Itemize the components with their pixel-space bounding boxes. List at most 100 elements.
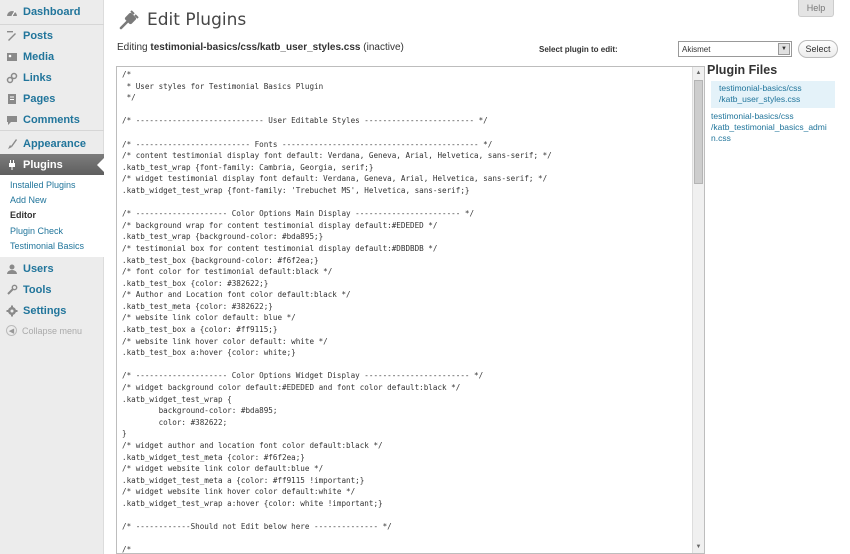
plugin-files-heading: Plugin Files — [707, 63, 778, 77]
code-line: background-color: #bda895; — [122, 406, 278, 416]
appearance-icon — [5, 137, 19, 151]
code-line: .katb_widget_test_wrap { — [122, 394, 232, 404]
posts-icon — [5, 29, 19, 43]
scroll-up-arrow-icon[interactable]: ▲ — [694, 68, 703, 77]
code-content[interactable]: /* * User styles for Testimonial Basics … — [122, 69, 692, 554]
dashboard-icon — [5, 5, 19, 19]
scroll-down-arrow-icon[interactable]: ▼ — [694, 542, 703, 551]
code-line: /* content testimonial display font defa… — [122, 151, 552, 161]
select-button[interactable]: Select — [798, 40, 838, 58]
file-path-line: testimonial-basics/css — [711, 111, 794, 121]
code-line: /* widget author and location font color… — [122, 441, 383, 450]
editing-prefix: Editing — [117, 42, 148, 53]
media-icon — [5, 50, 19, 64]
sidebar-item-media[interactable]: Media — [0, 46, 104, 67]
sidebar-item-label: Users — [23, 262, 54, 275]
code-line: .katb_test_wrap {background-color: #bda8… — [122, 232, 324, 242]
sidebar-item-label: Media — [23, 50, 55, 63]
code-line: .katb_widget_test_meta a {color: #ff9115… — [122, 475, 365, 485]
submenu-plugin-check[interactable]: Plugin Check — [10, 226, 63, 236]
admin-sidebar: Dashboard Posts Media Links Pages Commen… — [0, 0, 105, 554]
file-path-line: /katb_user_styles.css — [719, 94, 801, 104]
sidebar-item-label: Posts — [23, 29, 53, 42]
sidebar-item-users[interactable]: Users — [0, 258, 104, 279]
users-icon — [5, 262, 19, 276]
code-line: /* widget website link hover color defau… — [122, 487, 356, 497]
file-path-line: /katb_testimonial_basics_admi — [711, 122, 827, 132]
plugin-select-dropdown[interactable]: Akismet ▼ — [678, 41, 792, 57]
sidebar-item-dashboard[interactable]: Dashboard — [0, 1, 104, 22]
collapse-arrow-icon: ◀ — [6, 325, 17, 336]
editing-status: (inactive) — [363, 42, 404, 53]
code-line: /* widget website link color default:blu… — [122, 464, 324, 474]
code-line: /* website link hover color default: whi… — [122, 336, 328, 346]
pages-icon — [5, 92, 19, 106]
settings-icon — [5, 304, 19, 318]
submenu-editor[interactable]: Editor — [10, 210, 36, 220]
menu-separator — [0, 130, 104, 131]
code-editor-textarea[interactable]: /* * User styles for Testimonial Basics … — [116, 66, 705, 554]
code-line: /* — [122, 70, 132, 79]
sidebar-item-comments[interactable]: Comments — [0, 109, 104, 130]
code-line: .katb_test_wrap {font-family: Cambria, G… — [122, 162, 374, 172]
submenu-add-new[interactable]: Add New — [10, 195, 47, 205]
collapse-menu-label: Collapse menu — [22, 325, 83, 336]
editor-scrollbar[interactable]: ▲ ▼ — [692, 67, 704, 553]
code-line: color: #382622; — [122, 417, 228, 427]
code-line: .katb_test_box {background-color: #f6f2e… — [122, 255, 319, 265]
sidebar-item-appearance[interactable]: Appearance — [0, 133, 104, 154]
page-title: Edit Plugins — [147, 10, 247, 30]
sidebar-item-plugins[interactable]: Plugins — [0, 154, 105, 175]
code-line: /* ---------------------------- User Edi… — [122, 116, 488, 126]
code-line: .katb_test_box a:hover {color: white;} — [122, 348, 296, 358]
code-line: .katb_widget_test_meta {color: #f6f2ea;} — [122, 452, 305, 462]
sidebar-item-tools[interactable]: Tools — [0, 279, 104, 300]
file-path-line: testimonial-basics/css — [719, 83, 802, 93]
plugins-icon — [5, 158, 19, 172]
sidebar-item-label: Tools — [23, 283, 52, 296]
code-line: /* font color for testimonial default:bl… — [122, 267, 333, 277]
collapse-menu-button[interactable]: ◀ Collapse menu — [6, 325, 82, 336]
sidebar-item-links[interactable]: Links — [0, 67, 104, 88]
code-line: .katb_test_box a {color: #ff9115;} — [122, 325, 278, 335]
code-line: /* Author and Location font color defaul… — [122, 290, 351, 300]
submenu-installed-plugins[interactable]: Installed Plugins — [10, 180, 76, 190]
comments-icon — [5, 113, 19, 127]
sidebar-item-label: Pages — [23, 92, 56, 105]
code-line: /* website link color default: blue */ — [122, 313, 296, 323]
sidebar-item-label: Settings — [23, 304, 67, 317]
help-button[interactable]: Help — [798, 0, 834, 17]
plugin-file-link-selected[interactable]: testimonial-basics/css /katb_user_styles… — [711, 81, 835, 108]
editing-file-name: testimonial-basics/css/katb_user_styles.… — [150, 42, 361, 53]
sidebar-item-label: Dashboard — [23, 5, 81, 18]
code-line: .katb_widget_test_wrap a:hover {color: w… — [122, 498, 383, 508]
chevron-down-icon: ▼ — [778, 43, 790, 55]
plugin-file-link[interactable]: testimonial-basics/css /katb_testimonial… — [711, 111, 837, 144]
tools-icon — [5, 283, 19, 297]
sidebar-item-label: Links — [23, 71, 52, 84]
code-line: */ — [122, 93, 136, 103]
code-line: /* widget background color default:#EDED… — [122, 383, 461, 393]
scroll-thumb[interactable] — [694, 80, 703, 184]
code-line: /* background wrap for content testimoni… — [122, 220, 438, 230]
code-line: /* ------------Should not Edit below her… — [122, 522, 392, 532]
plugin-select-value: Akismet — [682, 44, 711, 54]
sidebar-item-pages[interactable]: Pages — [0, 88, 104, 109]
sidebar-item-label: Plugins — [23, 158, 63, 171]
code-line: /* -------------------- Color Options Ma… — [122, 209, 475, 219]
sidebar-item-posts[interactable]: Posts — [0, 25, 104, 46]
plugins-submenu: Installed Plugins Add New Editor Plugin … — [0, 175, 104, 257]
code-line: } — [122, 429, 127, 439]
submenu-testimonial-basics[interactable]: Testimonial Basics — [10, 241, 84, 251]
code-line: /* — [122, 545, 132, 554]
code-line: .katb_widget_test_wrap {font-family: 'Tr… — [122, 185, 470, 195]
sidebar-item-settings[interactable]: Settings — [0, 300, 104, 321]
code-line: /* widget testimonial display font defau… — [122, 174, 548, 184]
code-line: /* testimonial box for content testimoni… — [122, 243, 438, 253]
